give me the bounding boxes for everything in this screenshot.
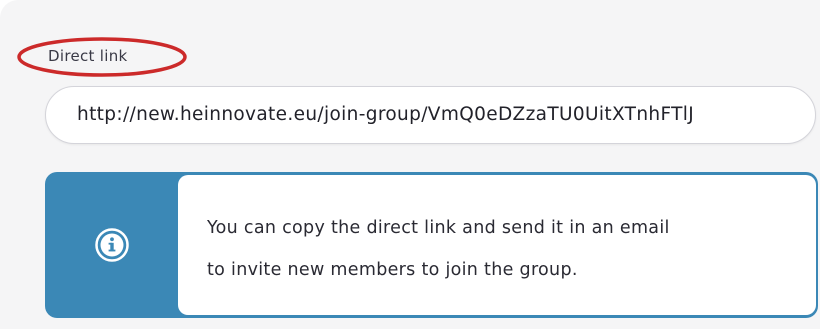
direct-link-label: Direct link xyxy=(48,47,128,65)
direct-link-label-wrap: Direct link xyxy=(16,36,188,78)
info-line: You can copy the direct link and send it… xyxy=(207,218,670,238)
info-line: to invite new members to join the group. xyxy=(207,260,578,280)
info-icon xyxy=(94,228,129,262)
info-content: You can copy the direct link and send it… xyxy=(178,175,816,315)
info-callout: You can copy the direct link and send it… xyxy=(45,172,818,318)
direct-link-field[interactable]: http://new.heinnovate.eu/join-group/VmQ0… xyxy=(45,86,816,144)
direct-link-value[interactable]: http://new.heinnovate.eu/join-group/VmQ0… xyxy=(77,104,694,125)
share-panel: Direct link http://new.heinnovate.eu/joi… xyxy=(0,0,820,329)
info-message: You can copy the direct link and send it… xyxy=(207,207,807,291)
info-icon-area xyxy=(45,172,178,318)
